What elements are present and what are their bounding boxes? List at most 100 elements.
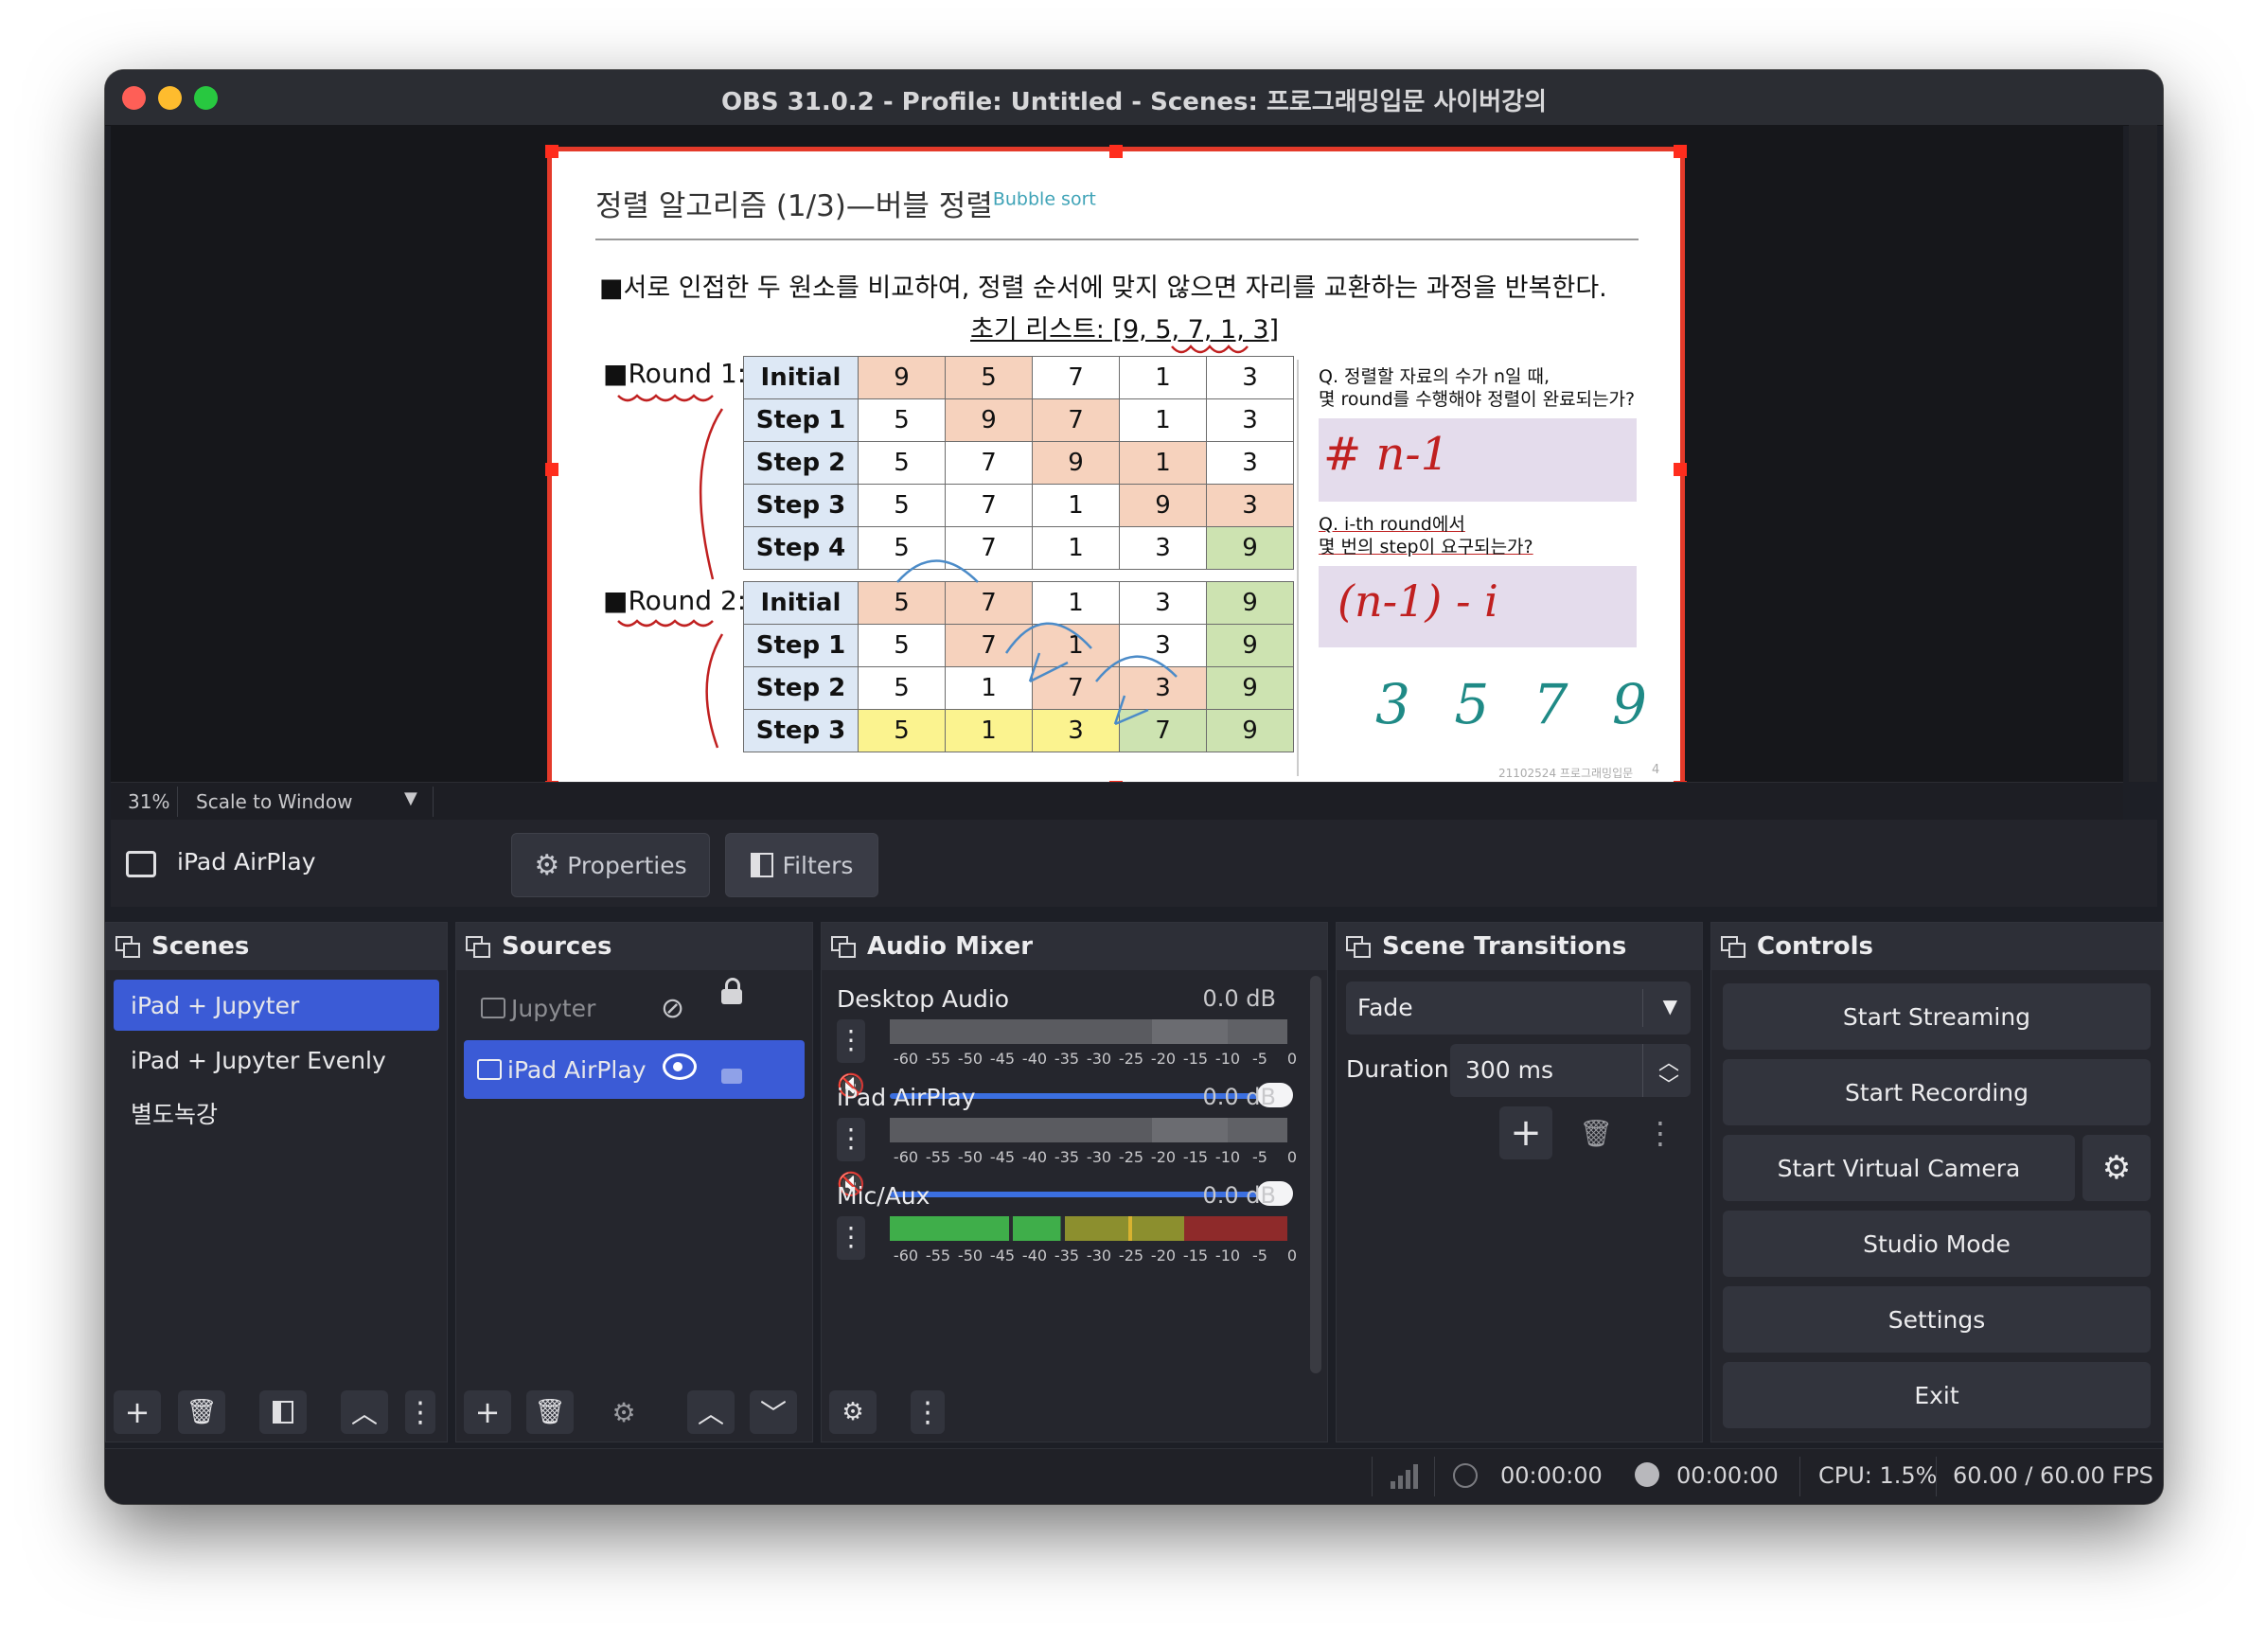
mixer-scale-label: -25	[1118, 1148, 1144, 1166]
zoom-mode-select[interactable]: Scale to Window	[196, 790, 352, 813]
source-properties-button[interactable]: ⚙	[600, 1390, 647, 1434]
properties-button[interactable]: ⚙ Properties	[511, 833, 710, 897]
add-transition-button[interactable]: +	[1499, 1106, 1552, 1159]
dock-icon	[466, 936, 490, 958]
more-vertical-icon: ⋮	[838, 1024, 864, 1055]
unlock-icon[interactable]	[721, 1069, 742, 1084]
dock-icon	[115, 936, 140, 958]
more-vertical-icon: ⋮	[1645, 1115, 1675, 1151]
more-vertical-icon: ⋮	[838, 1123, 864, 1154]
zoom-percent: 31%	[128, 790, 170, 813]
trash-icon: 🗑	[534, 1398, 566, 1426]
scene-transitions-dock: Scene Transitions Fade ▼ Duration 300 ms…	[1336, 922, 1703, 1442]
display-icon	[126, 851, 156, 877]
mixer-scale-label: -50	[957, 1148, 983, 1166]
remove-transition-button[interactable]: 🗑	[1569, 1106, 1622, 1159]
move-scene-up-button[interactable]: ︿	[341, 1390, 388, 1434]
mixer-scale-label: -10	[1214, 1050, 1241, 1068]
mixer-scale-label: -35	[1054, 1247, 1080, 1265]
transition-select[interactable]: Fade ▼	[1346, 982, 1691, 1035]
sources-header: Sources	[456, 923, 812, 970]
settings-button[interactable]: Settings	[1723, 1286, 2151, 1353]
handwritten-numbers: 3 5 7 9	[1375, 672, 1660, 736]
move-source-up-button[interactable]: ︿	[687, 1390, 735, 1434]
advanced-audio-properties-button[interactable]: ⚙	[829, 1390, 877, 1434]
volume-scale: -60 -55 -50 -45 -40 -35 -30 -25 -20 -15 -10 -5 0	[890, 1050, 1297, 1068]
mixer-scale-label: -45	[989, 1247, 1016, 1265]
mixer-scale-label: -15	[1182, 1148, 1209, 1166]
mixer-scale-label: -15	[1182, 1247, 1209, 1265]
network-signal-icon	[1391, 1460, 1418, 1489]
mixer-scale-label: -55	[925, 1247, 951, 1265]
mixer-channel-menu-button[interactable]: ⋮	[837, 1019, 865, 1063]
start-virtual-camera-button[interactable]: Start Virtual Camera	[1723, 1135, 2075, 1201]
transition-more-button[interactable]: ⋮	[1643, 1106, 1677, 1159]
start-streaming-button[interactable]: Start Streaming	[1723, 983, 2151, 1050]
start-recording-button[interactable]: Start Recording	[1723, 1059, 2151, 1125]
resize-handle-right[interactable]	[1674, 463, 1687, 476]
selected-source-name: iPad AirPlay	[177, 848, 316, 876]
preview-vertical-scrollbar[interactable]	[2129, 125, 2157, 782]
exit-button[interactable]: Exit	[1723, 1362, 2151, 1428]
add-source-button[interactable]: +	[464, 1390, 511, 1434]
mixer-scrollbar[interactable]	[1310, 976, 1321, 1373]
mixer-scale-label: -5	[1252, 1247, 1267, 1265]
mixer-scale-label: -25	[1118, 1050, 1144, 1068]
mixer-channel: Desktop Audio 0.0 dB ⋮ -60 -55 -50 -45 -40 -35 -3…	[822, 978, 1314, 1107]
remove-scene-button[interactable]: 🗑	[178, 1390, 225, 1434]
question-2: Q. i-th round에서 몇 번의 step이 요구되는가?	[1319, 514, 1533, 557]
dock-icon	[1346, 936, 1371, 958]
chevron-down-icon: ﹀	[759, 1398, 787, 1429]
mixer-channel-name: Mic/Aux	[837, 1182, 930, 1210]
move-source-down-button[interactable]: ﹀	[750, 1390, 797, 1434]
audio-mixer-dock: Audio Mixer Desktop Audio 0.0 dB ⋮ -60 -55 -5…	[821, 922, 1328, 1442]
volume-meter	[890, 1216, 1287, 1241]
mixer-scale-label: -55	[925, 1148, 951, 1166]
mixer-scale-label: -45	[989, 1148, 1016, 1166]
source-item-jupyter[interactable]: Jupyter ⊘	[464, 978, 805, 1036]
mixer-more-button[interactable]: ⋮	[911, 1390, 945, 1434]
gear-icon: ⚙	[611, 1396, 636, 1428]
remove-source-button[interactable]: 🗑	[526, 1390, 574, 1434]
filters-button[interactable]: Filters	[725, 833, 878, 897]
eye-hidden-icon[interactable]: ⊘	[661, 992, 684, 1025]
handwritten-answer-1: # n-1	[1323, 428, 1450, 481]
audio-mixer-header: Audio Mixer	[822, 923, 1327, 970]
window-title: OBS 31.0.2 - Profile: Untitled - Scenes:…	[720, 88, 1548, 116]
chevron-down-icon[interactable]: ▼	[404, 788, 417, 808]
duration-spinbox[interactable]: 300 ms ︿ ﹀	[1450, 1044, 1691, 1099]
mixer-channel-menu-button[interactable]: ⋮	[837, 1216, 865, 1260]
resize-handle-left[interactable]	[545, 463, 558, 476]
scene-item-separate-recording[interactable]: 별도녹강	[114, 1088, 439, 1139]
mixer-scale-label: -25	[1118, 1247, 1144, 1265]
mixer-scale-label: 0	[1286, 1148, 1298, 1166]
more-vertical-icon: ⋮	[838, 1221, 864, 1252]
mixer-channel: iPad AirPlay 0.0 dB ⋮ -60 -55 -50 -45 -40 -35 -30…	[822, 1076, 1314, 1206]
scene-filters-button[interactable]	[259, 1390, 307, 1434]
streaming-status-icon	[1453, 1463, 1478, 1488]
volume-scale: -60 -55 -50 -45 -40 -35 -30 -25 -20 -15 -10 -5 0	[890, 1148, 1297, 1166]
mixer-scale-label: -55	[925, 1050, 951, 1068]
trash-icon: 🗑	[1579, 1117, 1613, 1149]
scene-more-button[interactable]: ⋮	[405, 1390, 435, 1434]
source-item-ipad-airplay[interactable]: iPad AirPlay	[464, 1040, 805, 1099]
resize-handle-top-left[interactable]	[545, 145, 558, 158]
spin-down-icon[interactable]: ﹀	[1658, 1069, 1679, 1099]
scene-item-ipad-jupyter[interactable]: iPad + Jupyter	[114, 980, 439, 1031]
add-scene-button[interactable]: +	[114, 1390, 161, 1434]
studio-mode-button[interactable]: Studio Mode	[1723, 1211, 2151, 1277]
resize-handle-top-right[interactable]	[1674, 145, 1687, 158]
virtual-camera-config-button[interactable]: ⚙	[2082, 1135, 2151, 1201]
scene-item-ipad-jupyter-evenly[interactable]: iPad + Jupyter Evenly	[114, 1035, 439, 1086]
fps-readout: 60.00 / 60.00 FPS	[1953, 1462, 2153, 1489]
ipad-airplay-source-frame[interactable]: 정렬 알고리즘 (1/3)—버블 정렬Bubble sort ■서로 인접한 두…	[547, 147, 1685, 792]
display-icon	[481, 998, 505, 1018]
mixer-channel-menu-button[interactable]: ⋮	[837, 1118, 865, 1161]
mixer-scale-label: -50	[957, 1050, 983, 1068]
mixer-scale-label: -5	[1252, 1148, 1267, 1166]
mixer-toolbar: ⚙ ⋮	[822, 1381, 1327, 1442]
slide-page-number: 4	[1652, 763, 1660, 777]
mixer-scale-label: -35	[1054, 1050, 1080, 1068]
resize-handle-top[interactable]	[1109, 145, 1123, 158]
filters-icon	[273, 1401, 293, 1424]
